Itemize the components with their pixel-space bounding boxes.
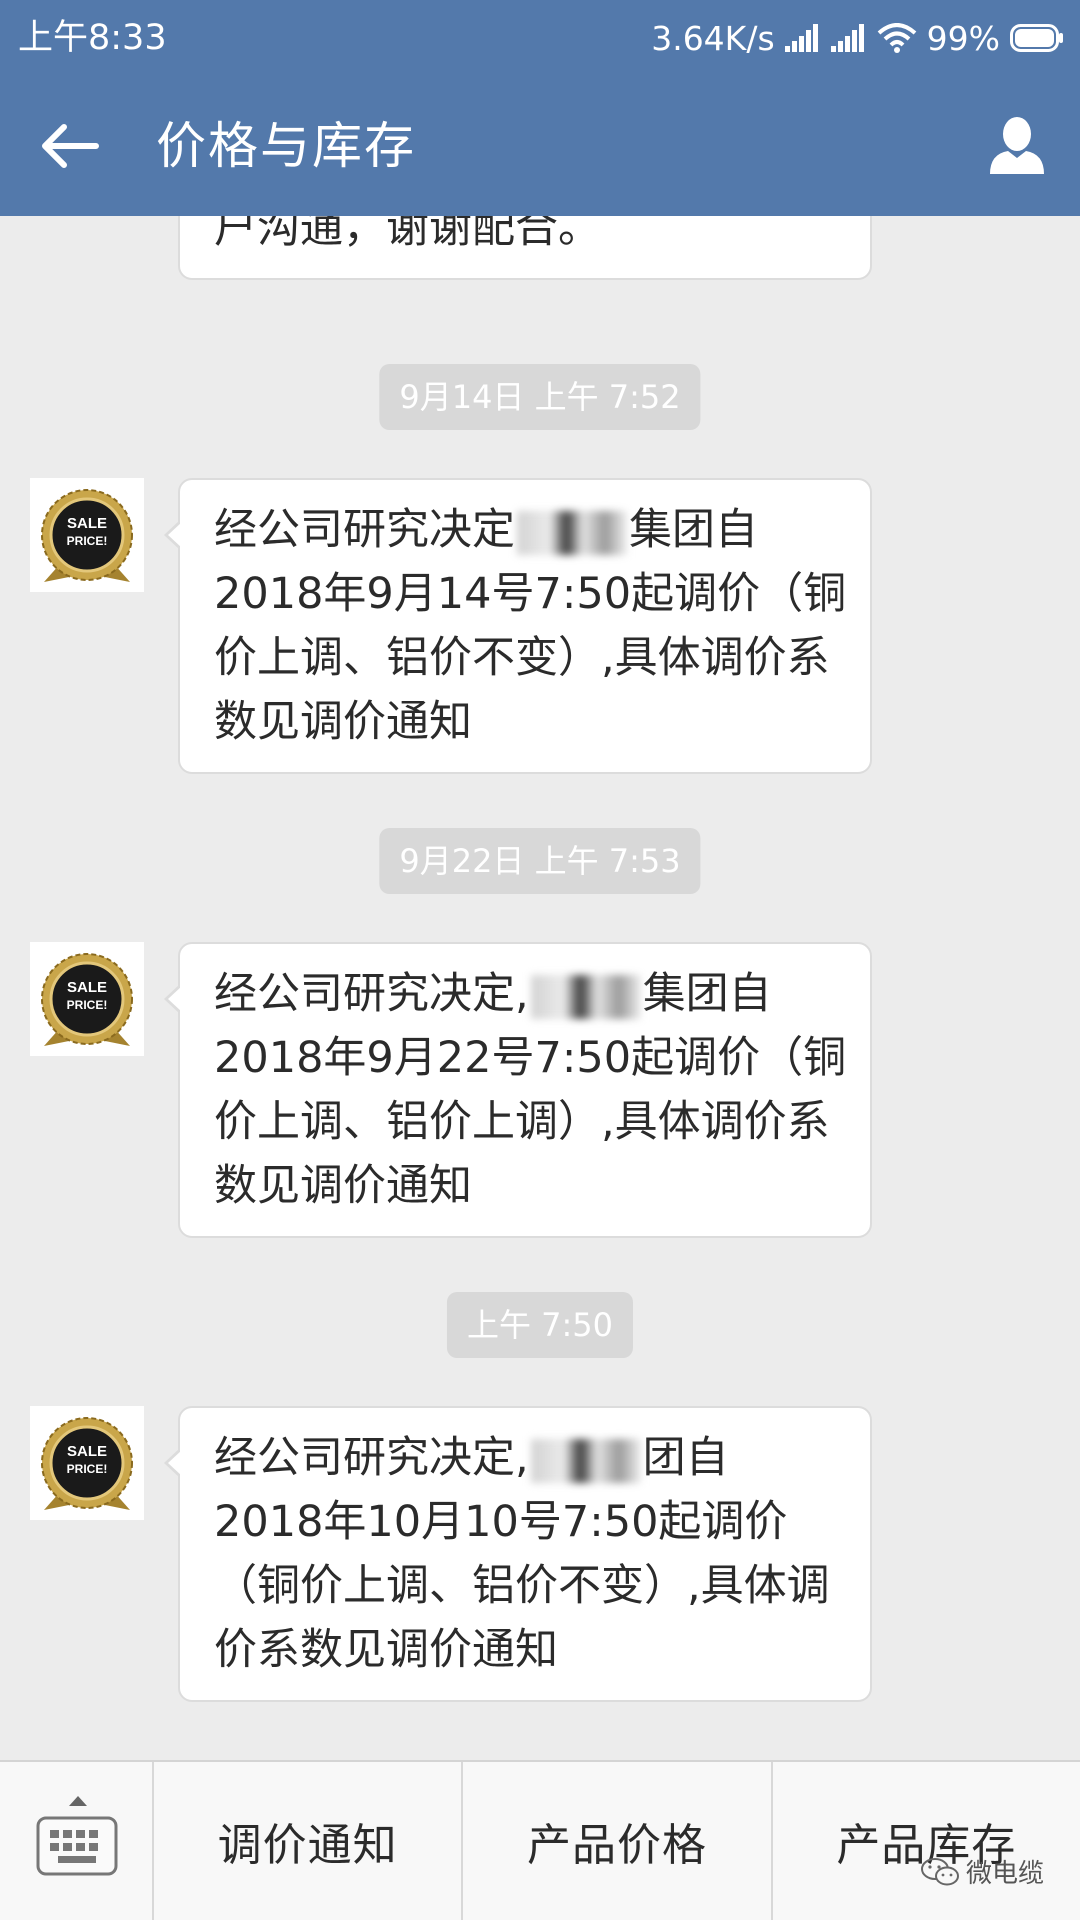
keyboard-toggle-button[interactable] — [0, 1762, 154, 1920]
battery-icon — [1010, 24, 1064, 52]
message-line: 户沟通，谢谢配合。 — [214, 216, 601, 253]
signal-icon — [784, 24, 821, 52]
message-line: 2018年9月14号7:50起调价（铜 — [214, 569, 847, 619]
battery-percentage: 99% — [926, 18, 1000, 58]
bottom-menu: 调价通知 产品价格 产品库存 — [0, 1760, 1080, 1920]
app-header: 价格与库存 — [0, 76, 1080, 216]
menu-tab-price-notice[interactable]: 调价通知 — [154, 1762, 464, 1920]
message-line: 2018年10月10号7:50起调价 — [214, 1497, 788, 1547]
message-line: 经公司研究决定, 团自 — [214, 1433, 729, 1483]
status-indicators: 3.64K/s 99% — [651, 14, 1064, 62]
message-line: 2018年9月22号7:50起调价（铜 — [214, 1033, 847, 1083]
message-line: 经公司研究决定, 集团自 — [214, 969, 772, 1019]
sale-price-badge-icon: SALE PRICE! — [41, 489, 133, 582]
message-bubble[interactable]: 经公司研究决定, 团自 2018年10月10号7:50起调价 （铜价上调、铝价不变… — [164, 1406, 872, 1702]
wechat-icon — [920, 1857, 959, 1885]
avatar-badge-text: SALE — [67, 515, 107, 532]
message-line: 数见调价通知 — [214, 1161, 472, 1211]
page-title: 价格与库存 — [156, 117, 416, 175]
signal-icon — [830, 24, 867, 52]
avatar[interactable]: SALE PRICE! — [30, 942, 144, 1056]
keyboard-icon — [36, 1816, 118, 1876]
timestamp-badge: 9月22日 上午 7:53 — [379, 828, 701, 894]
message-line: 价上调、铝价上调）,具体调价系 — [214, 1097, 830, 1147]
menu-tab-product-price[interactable]: 产品价格 — [463, 1762, 773, 1920]
sale-price-badge-icon: SALE PRICE! — [41, 953, 133, 1046]
svg-text:PRICE!: PRICE! — [67, 1462, 108, 1476]
caret-up-icon — [69, 1796, 87, 1806]
watermark-text: 微电缆 — [965, 1859, 1044, 1889]
status-bar: 上午8:33 3.64K/s 99% — [0, 0, 1080, 76]
message-line: （铜价上调、铝价不变）,具体调 — [214, 1561, 830, 1611]
svg-text:SALE: SALE — [67, 979, 107, 996]
message-bubble[interactable]: 经公司研究决定, 集团自 2018年9月22号7:50起调价（铜 价上调、铝价上调… — [164, 942, 872, 1238]
svg-text:PRICE!: PRICE! — [67, 998, 108, 1012]
network-speed: 3.64K/s — [651, 18, 775, 58]
redacted-blur — [530, 974, 641, 1019]
svg-text:SALE: SALE — [67, 1443, 107, 1460]
sale-price-badge-icon: SALE PRICE! — [41, 1417, 133, 1510]
back-arrow-icon — [34, 110, 106, 182]
message-line: 数见调价通知 — [214, 697, 472, 747]
avatar[interactable]: SALE PRICE! — [30, 1406, 144, 1520]
status-time: 上午8:33 — [18, 18, 167, 58]
message-bubble[interactable]: 户沟通，谢谢配合。 — [178, 216, 872, 280]
redacted-blur — [517, 510, 627, 555]
message-line: 经公司研究决定 集团自 — [214, 505, 758, 555]
avatar[interactable]: SALE PRICE! — [30, 478, 144, 592]
redacted-blur — [530, 1438, 641, 1483]
person-icon — [984, 114, 1050, 180]
chat-area[interactable]: 户沟通，谢谢配合。 9月14日 上午 7:52 SALE PRICE! 经公司研… — [0, 216, 1080, 1760]
timestamp-badge: 9月14日 上午 7:52 — [379, 364, 701, 430]
message-line: 价系数见调价通知 — [214, 1625, 558, 1675]
message-line: 价上调、铝价不变）,具体调价系 — [214, 633, 830, 683]
svg-text:PRICE!: PRICE! — [67, 534, 108, 548]
watermark: 微电缆 — [920, 1853, 1044, 1890]
wifi-icon — [877, 23, 917, 53]
menu-tab-product-inventory[interactable]: 产品库存 — [773, 1762, 1080, 1920]
message-bubble[interactable]: 经公司研究决定 集团自 2018年9月14号7:50起调价（铜 价上调、铝价不变）… — [164, 478, 872, 774]
back-button[interactable] — [34, 110, 106, 182]
profile-button[interactable] — [984, 114, 1050, 180]
timestamp-badge: 上午 7:50 — [446, 1292, 634, 1358]
